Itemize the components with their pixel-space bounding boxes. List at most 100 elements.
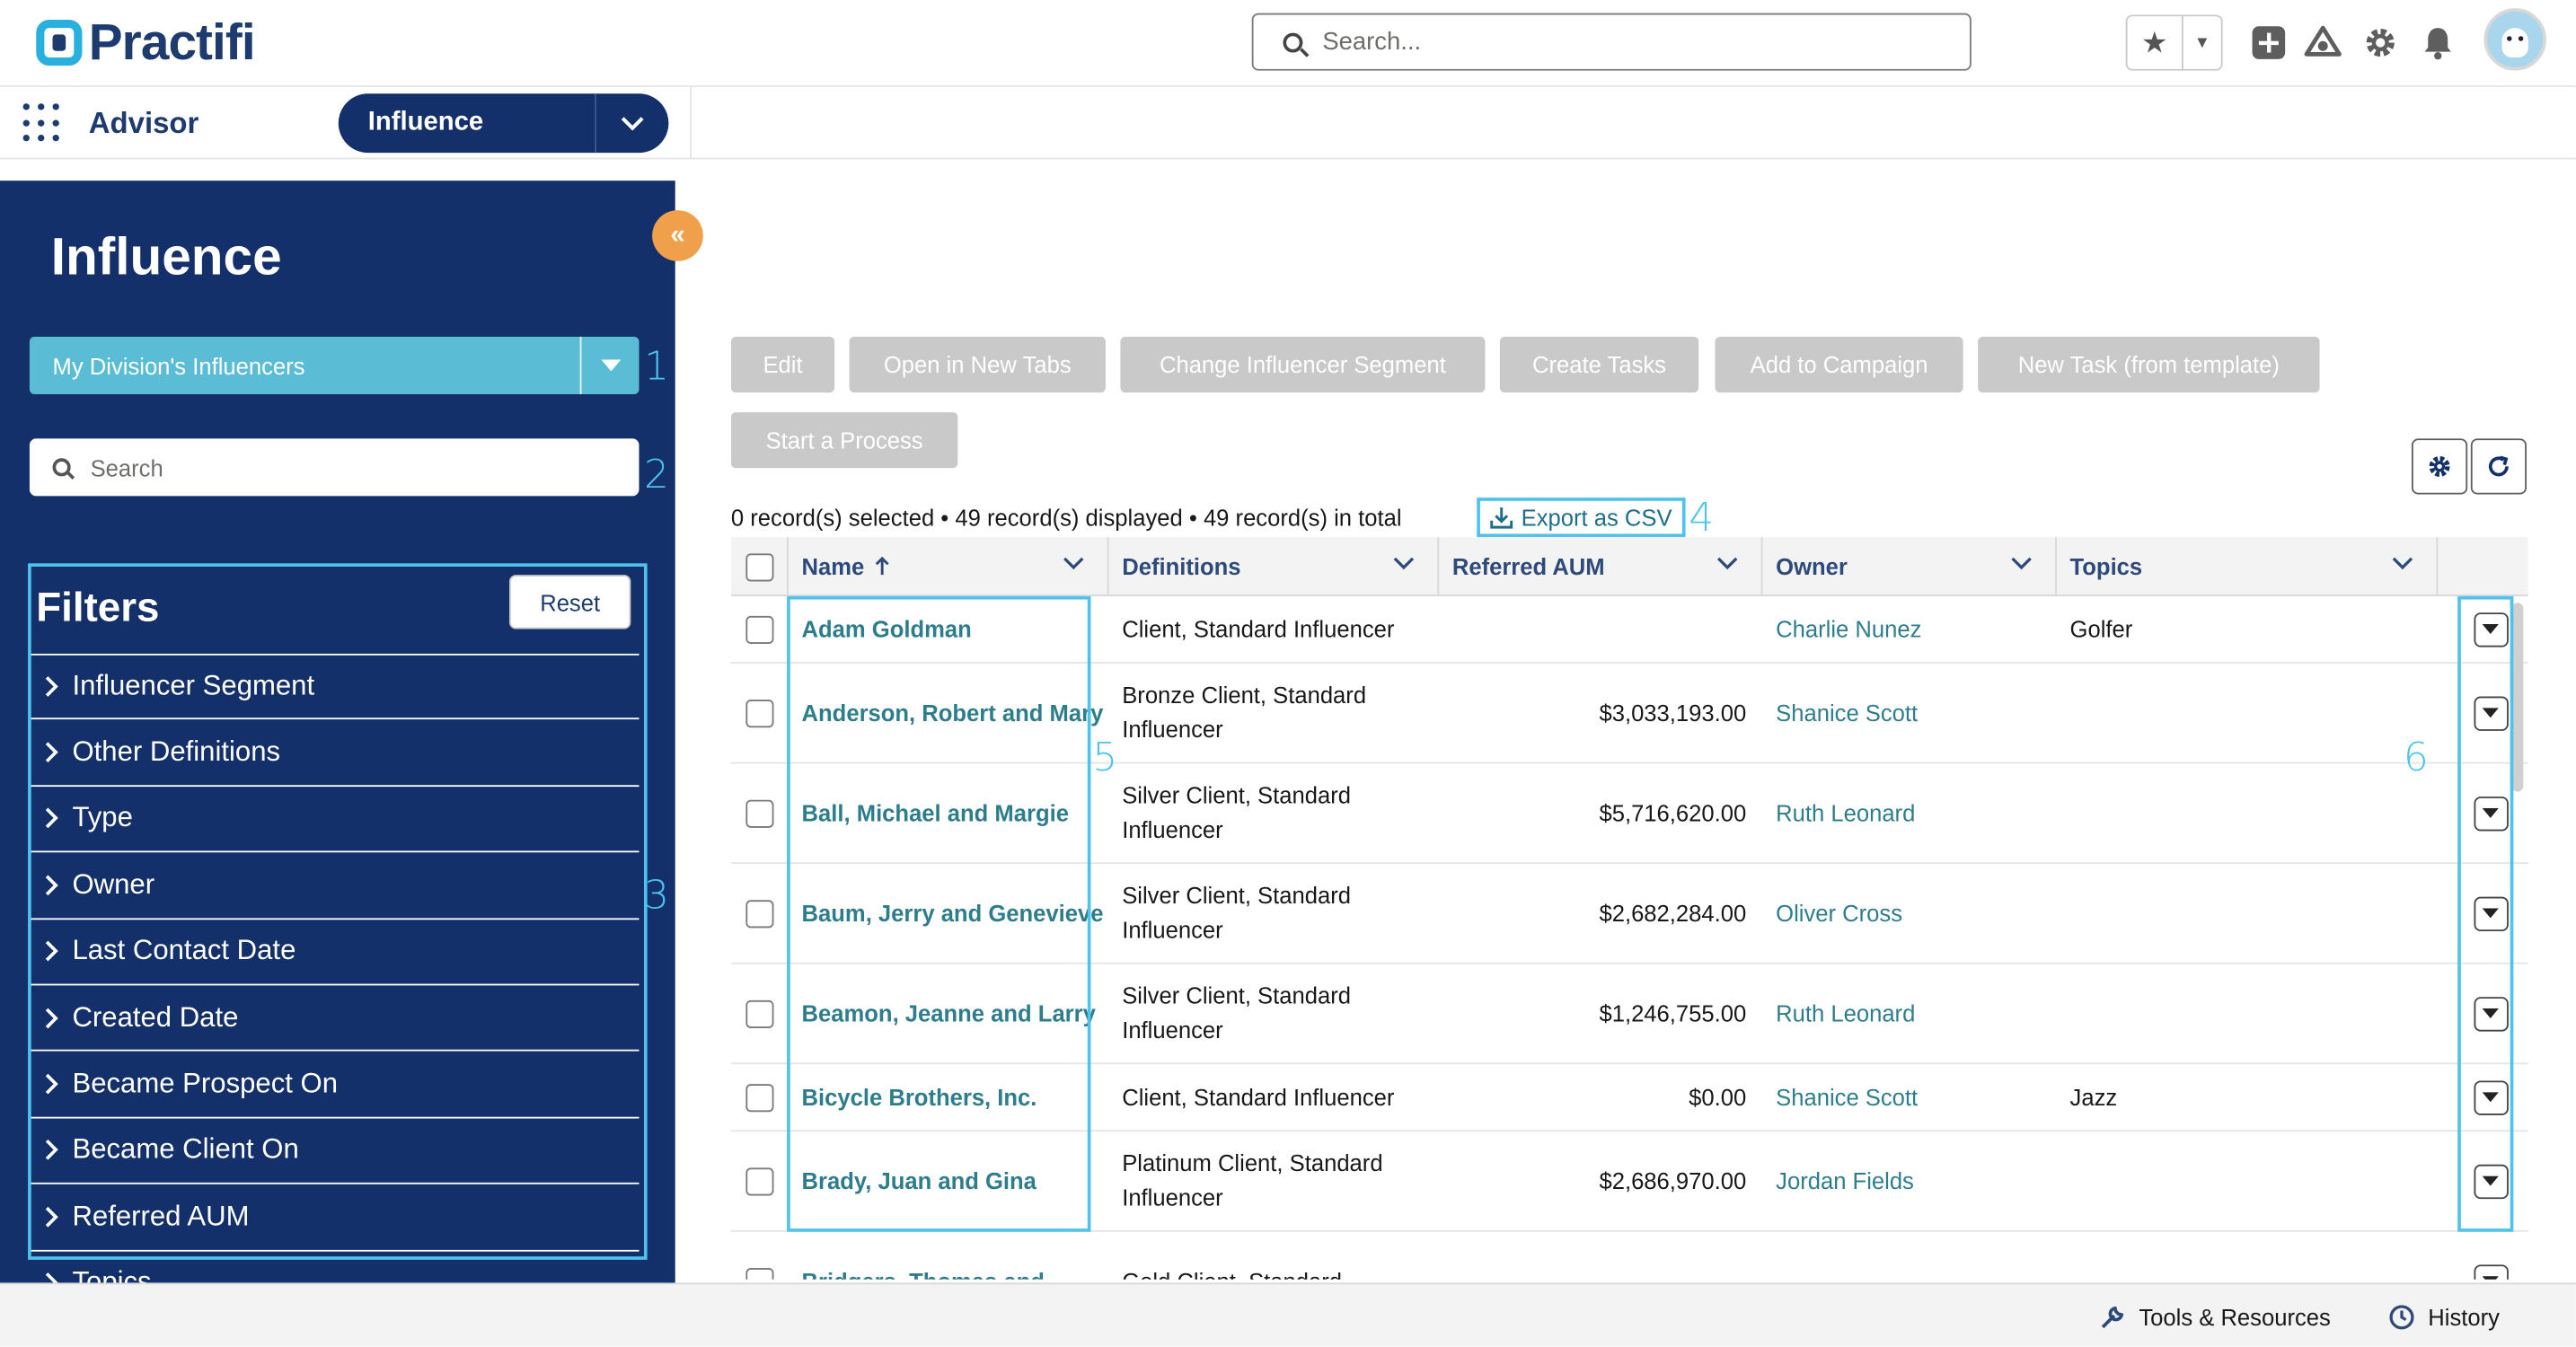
record-name-link[interactable]: Adam Goldman [789,596,1109,662]
table-row: Baum, Jerry and Genevieve Silver Client, … [730,864,2528,964]
owner-link[interactable]: Shanice Scott [1763,664,2057,762]
app-name: Advisor [88,106,199,140]
filter-item[interactable]: Owner [29,853,640,920]
table-scrollbar[interactable] [2511,603,2524,792]
filter-item[interactable]: Became Client On [29,1118,640,1184]
row-action-cell [2466,864,2515,963]
row-checkbox[interactable] [745,1083,774,1112]
owner-link[interactable]: Ruth Leonard [1763,763,2057,862]
list-view-select[interactable]: My Division's Influencers [29,336,640,394]
select-all-checkbox[interactable] [745,552,773,581]
add-to-campaign-button[interactable]: Add to Campaign [1715,336,1963,393]
column-header-referred-aum[interactable]: Referred AUM [1439,537,1763,596]
practifi-logo[interactable]: Practifi [36,13,256,73]
row-checkbox[interactable] [745,614,774,644]
collapse-sidebar-button[interactable]: « [652,210,703,261]
column-header-owner[interactable]: Owner [1763,537,2057,596]
record-name-link[interactable]: Beamon, Jeanne and Larry [789,964,1109,1063]
annotation-number: 2 [643,451,669,498]
history-button[interactable]: History [2388,1304,2500,1330]
row-actions-dropdown-icon[interactable] [2473,895,2508,931]
table-row: Anderson, Robert and Mary Bronze Client, … [730,664,2528,764]
user-avatar[interactable] [2483,8,2546,71]
record-name-link[interactable]: Bridgers, Thomas and [789,1232,1109,1280]
chevron-right-icon [30,1205,73,1228]
row-select-cell [731,1131,789,1230]
filter-item[interactable]: Type [29,787,640,853]
filter-item-label: Other Definitions [72,735,281,768]
record-name-link[interactable]: Anderson, Robert and Mary [789,664,1109,762]
filter-item[interactable]: Topics [30,1251,640,1285]
reset-filters-button[interactable]: Reset [508,575,631,629]
column-header-name[interactable]: Name [789,537,1109,596]
row-actions-dropdown-icon[interactable] [2473,695,2508,730]
table-settings-gear-icon[interactable] [2411,438,2468,495]
row-actions-dropdown-icon[interactable] [2473,1263,2508,1280]
chevron-down-icon[interactable] [596,116,668,130]
setup-gear-icon[interactable] [2360,23,2400,63]
new-task-from-template-button[interactable]: New Task (from template) [1978,336,2320,393]
filter-item[interactable]: Influencer Segment [29,653,640,720]
sidebar-search-input[interactable]: Search [29,438,640,497]
row-select-cell [731,964,789,1063]
row-checkbox[interactable] [745,798,774,827]
record-name-link[interactable]: Bicycle Brothers, Inc. [789,1064,1109,1130]
row-actions-dropdown-icon[interactable] [2473,796,2508,831]
row-actions-dropdown-icon[interactable] [2473,1079,2508,1114]
create-tasks-button[interactable]: Create Tasks [1499,336,1699,393]
utility-bar: Tools & Resources History [0,1282,2576,1347]
influencer-table: Name Definitions Referred AUM Owner Topi… [730,537,2528,1280]
row-checkbox[interactable] [745,1167,774,1195]
record-name-link[interactable]: Brady, Juan and Gina [789,1131,1109,1230]
global-actions-icon[interactable] [2249,23,2289,63]
global-search-input[interactable]: Search... [1251,13,1972,71]
filter-item[interactable]: Became Prospect On [29,1052,640,1119]
chevron-down-icon[interactable] [2011,557,2033,570]
owner-link[interactable]: Charlie Nunez [1763,596,2057,662]
chevron-down-icon[interactable] [1393,557,1415,570]
owner-link[interactable]: Oliver Cross [1763,864,2057,963]
caret-down-icon[interactable] [581,358,639,373]
filter-item[interactable]: Last Contact Date [29,919,640,986]
favorites-dropdown-icon[interactable]: ▼ [2183,16,2221,69]
record-name-link[interactable]: Ball, Michael and Margie [789,763,1109,862]
app-launcher-icon[interactable] [22,103,63,143]
row-actions-dropdown-icon[interactable] [2473,996,2508,1031]
notifications-bell-icon[interactable] [2418,23,2457,63]
tools-and-resources-button[interactable]: Tools & Resources [2099,1304,2331,1330]
filter-item[interactable]: Created Date [29,985,640,1052]
start-a-process-button[interactable]: Start a Process [730,412,958,469]
change-influencer-segment-button[interactable]: Change Influencer Segment [1120,336,1486,393]
filter-item[interactable]: Referred AUM [29,1184,640,1251]
chevron-down-icon[interactable] [1063,557,1084,570]
refresh-icon[interactable] [2470,438,2527,495]
app-navigation-bar: Advisor Influence [0,86,2576,160]
row-checkbox[interactable] [745,999,774,1028]
edit-button[interactable]: Edit [730,336,835,393]
row-select-cell [731,1232,789,1280]
export-csv-link[interactable]: Export as CSV [1477,497,1686,538]
row-checkbox[interactable] [745,699,774,727]
row-actions-dropdown-icon[interactable] [2473,1163,2508,1199]
chevron-right-icon [30,1139,73,1162]
row-actions-dropdown-icon[interactable] [2473,612,2508,647]
owner-link[interactable]: Ruth Leonard [1763,964,2057,1063]
column-header-definitions[interactable]: Definitions [1109,537,1440,596]
column-header-topics[interactable]: Topics [2057,537,2439,596]
record-name-link[interactable]: Baum, Jerry and Genevieve [789,864,1109,963]
chevron-down-icon[interactable] [1716,557,1738,570]
trailhead-icon[interactable] [2303,23,2342,63]
open-in-new-tabs-button[interactable]: Open in New Tabs [849,336,1106,393]
row-checkbox[interactable] [745,899,774,928]
owner-link[interactable] [1763,1232,2057,1280]
influence-nav-tab[interactable]: Influence [338,93,669,154]
row-checkbox[interactable] [745,1267,774,1280]
star-icon[interactable]: ★ [2128,16,2183,69]
column-header-label: Topics [2069,553,2143,580]
chevron-down-icon[interactable] [2392,557,2413,570]
owner-link[interactable]: Jordan Fields [1763,1131,2057,1230]
filter-item-label: Referred AUM [72,1200,250,1232]
definitions-cell: Client, Standard Influencer [1122,614,1395,642]
filter-item[interactable]: Other Definitions [29,720,640,787]
owner-link[interactable]: Shanice Scott [1763,1064,2057,1130]
